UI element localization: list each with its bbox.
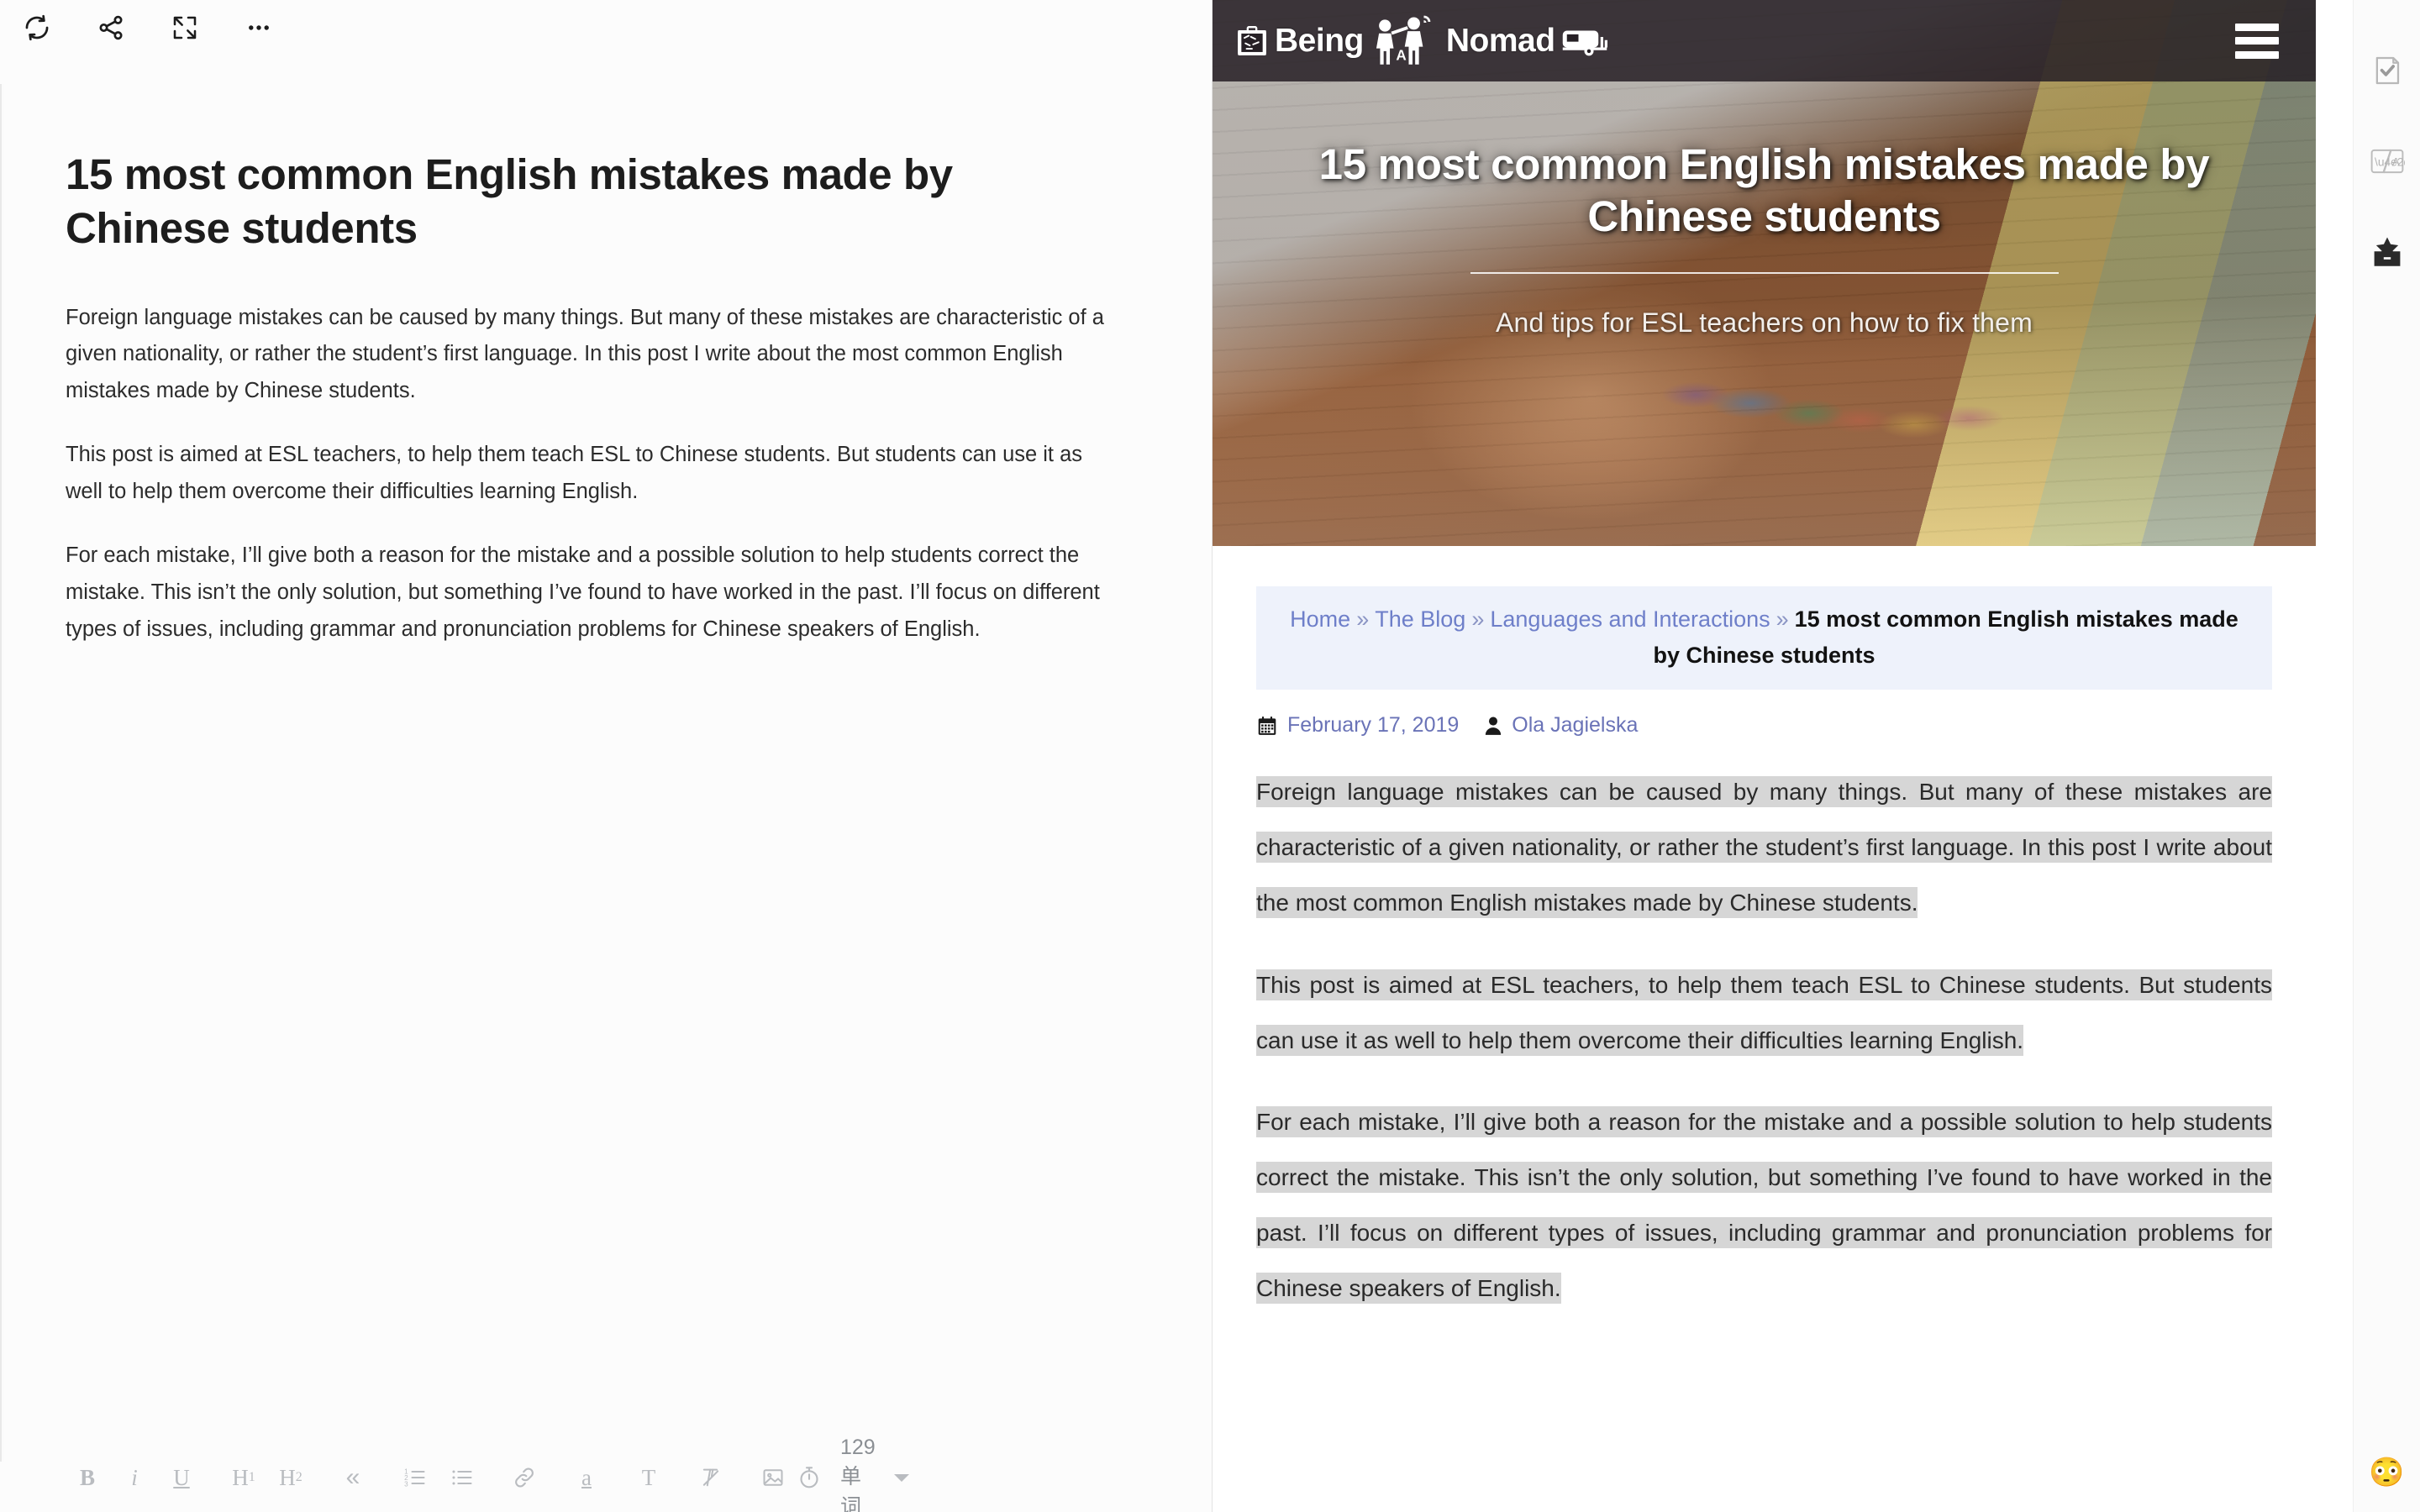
editor-format-toolbar: B i U H1 H2 « 1 2 3 a T 129 单词: [0, 1436, 1212, 1512]
sync-icon[interactable]: [18, 9, 55, 46]
user-icon: [1484, 716, 1502, 736]
calendar-icon: [1256, 715, 1278, 737]
heading-2-button[interactable]: H2: [267, 1456, 314, 1499]
document-paragraph-2[interactable]: This post is aimed at ESL teachers, to h…: [66, 437, 1116, 511]
clear-format-icon[interactable]: [687, 1456, 734, 1499]
site-header: Being A Nomad: [1213, 0, 2316, 81]
breadcrumb-separator: »: [1471, 606, 1485, 632]
underline-button[interactable]: U: [158, 1456, 205, 1499]
document-paragraph-1[interactable]: Foreign language mistakes can be caused …: [66, 300, 1116, 411]
travelers-icon: A: [1369, 13, 1441, 69]
highlighted-text: Foreign language mistakes can be caused …: [1256, 776, 2272, 918]
editor-top-toolbar: [0, 0, 1212, 55]
article-paragraph-3: For each mistake, I’ll give both a reaso…: [1256, 1095, 2272, 1315]
breadcrumb: Home» The Blog» Languages and Interactions…: [1256, 586, 2272, 690]
breadcrumb-separator: »: [1356, 606, 1370, 632]
breadcrumb-separator: »: [1776, 606, 1789, 632]
app-root: 15 most common English mistakes made by …: [0, 0, 2420, 1512]
hero-subtitle: And tips for ESL teachers on how to fix …: [1495, 307, 2033, 339]
editor-pane: 15 most common English mistakes made by …: [0, 0, 1213, 1512]
hero-banner: Being A Nomad 15 most common English mis…: [1213, 0, 2316, 546]
editor-scroll-rail[interactable]: [0, 84, 4, 1462]
bold-button[interactable]: B: [64, 1456, 111, 1499]
heading-2-sub: 2: [295, 1470, 302, 1484]
svg-text:\u4e2d: \u4e2d: [2375, 155, 2405, 168]
hamburger-bar: [2235, 37, 2279, 45]
word-count-label: 129 单词: [840, 1435, 876, 1512]
blockquote-button[interactable]: «: [329, 1456, 376, 1499]
article-paragraph-1: Foreign language mistakes can be caused …: [1256, 764, 2272, 930]
proofread-icon[interactable]: [2365, 49, 2409, 92]
svg-text:3: 3: [404, 1481, 408, 1488]
heading-1-sub: 1: [248, 1470, 255, 1484]
caravan-icon: [1560, 24, 1609, 58]
preview-pane: Being A Nomad 15 most common English mis…: [1213, 0, 2353, 1512]
hamburger-bar: [2235, 23, 2279, 31]
hero-caption: 15 most common English mistakes made by …: [1213, 139, 2316, 339]
heading-1-letter: H: [232, 1464, 249, 1490]
hero-title: 15 most common English mistakes made by …: [1318, 140, 2210, 240]
post-author: Ola Jagielska: [1484, 713, 1638, 738]
breadcrumb-item-the-blog[interactable]: The Blog: [1375, 606, 1465, 632]
breadcrumb-item-languages-and-interactions[interactable]: Languages and Interactions: [1490, 606, 1770, 632]
post-date-label[interactable]: February 17, 2019: [1287, 713, 1459, 738]
highlighted-text: This post is aimed at ESL teachers, to h…: [1256, 969, 2272, 1056]
share-icon[interactable]: [92, 9, 129, 46]
document-title[interactable]: 15 most common English mistakes made by …: [66, 148, 1099, 256]
italic-button[interactable]: i: [111, 1456, 158, 1499]
right-sidebar: \u4e2d A 😳: [2353, 0, 2420, 1512]
hero-divider: [1470, 272, 2059, 275]
link-icon[interactable]: [501, 1456, 548, 1499]
bullet-list-button[interactable]: [439, 1456, 486, 1499]
suitcase-icon: [1234, 23, 1270, 60]
highlighted-text: For each mistake, I’ll give both a reaso…: [1256, 1106, 2272, 1304]
article-body: Home» The Blog» Languages and Interactions…: [1213, 546, 2316, 1315]
site-logo[interactable]: Being A Nomad: [1234, 13, 1609, 69]
post-author-label[interactable]: Ola Jagielska: [1512, 713, 1638, 738]
translate-icon[interactable]: \u4e2d A: [2365, 139, 2409, 183]
menu-toggle-icon[interactable]: [2235, 23, 2279, 59]
logo-text-nomad: Nomad: [1445, 22, 1555, 59]
text-color-button[interactable]: T: [625, 1456, 672, 1499]
ordered-list-button[interactable]: 1 2 3: [392, 1456, 439, 1499]
logo-text-being: Being: [1275, 22, 1364, 59]
article-paragraph-2: This post is aimed at ESL teachers, to h…: [1256, 958, 2272, 1068]
heading-2-letter: H: [279, 1464, 296, 1490]
svg-text:A: A: [1396, 46, 1406, 63]
chevron-down-icon[interactable]: [893, 1473, 909, 1482]
heading-1-button[interactable]: H1: [220, 1456, 267, 1499]
insert-image-icon[interactable]: [750, 1456, 797, 1499]
editor-document[interactable]: 15 most common English mistakes made by …: [0, 55, 1212, 1443]
post-meta: February 17, 2019 Ola Jagielska: [1256, 713, 2272, 738]
svg-text:A: A: [2391, 155, 2400, 168]
preview-webpage: Being A Nomad 15 most common English mis…: [1213, 0, 2316, 1512]
emoji-icon[interactable]: 😳: [2369, 1458, 2404, 1487]
archive-box-icon[interactable]: [2365, 230, 2409, 274]
fullscreen-icon[interactable]: [166, 9, 203, 46]
post-date: February 17, 2019: [1256, 713, 1459, 738]
breadcrumb-item-home[interactable]: Home: [1290, 606, 1350, 632]
format-button-group: B i U H1 H2 « 1 2 3 a T: [64, 1456, 797, 1499]
stopwatch-icon: [797, 1465, 822, 1490]
hamburger-bar: [2235, 50, 2279, 59]
document-paragraph-3[interactable]: For each mistake, I’ll give both a reaso…: [66, 538, 1116, 648]
more-options-icon[interactable]: [240, 9, 277, 46]
highlight-button[interactable]: a: [563, 1456, 610, 1499]
